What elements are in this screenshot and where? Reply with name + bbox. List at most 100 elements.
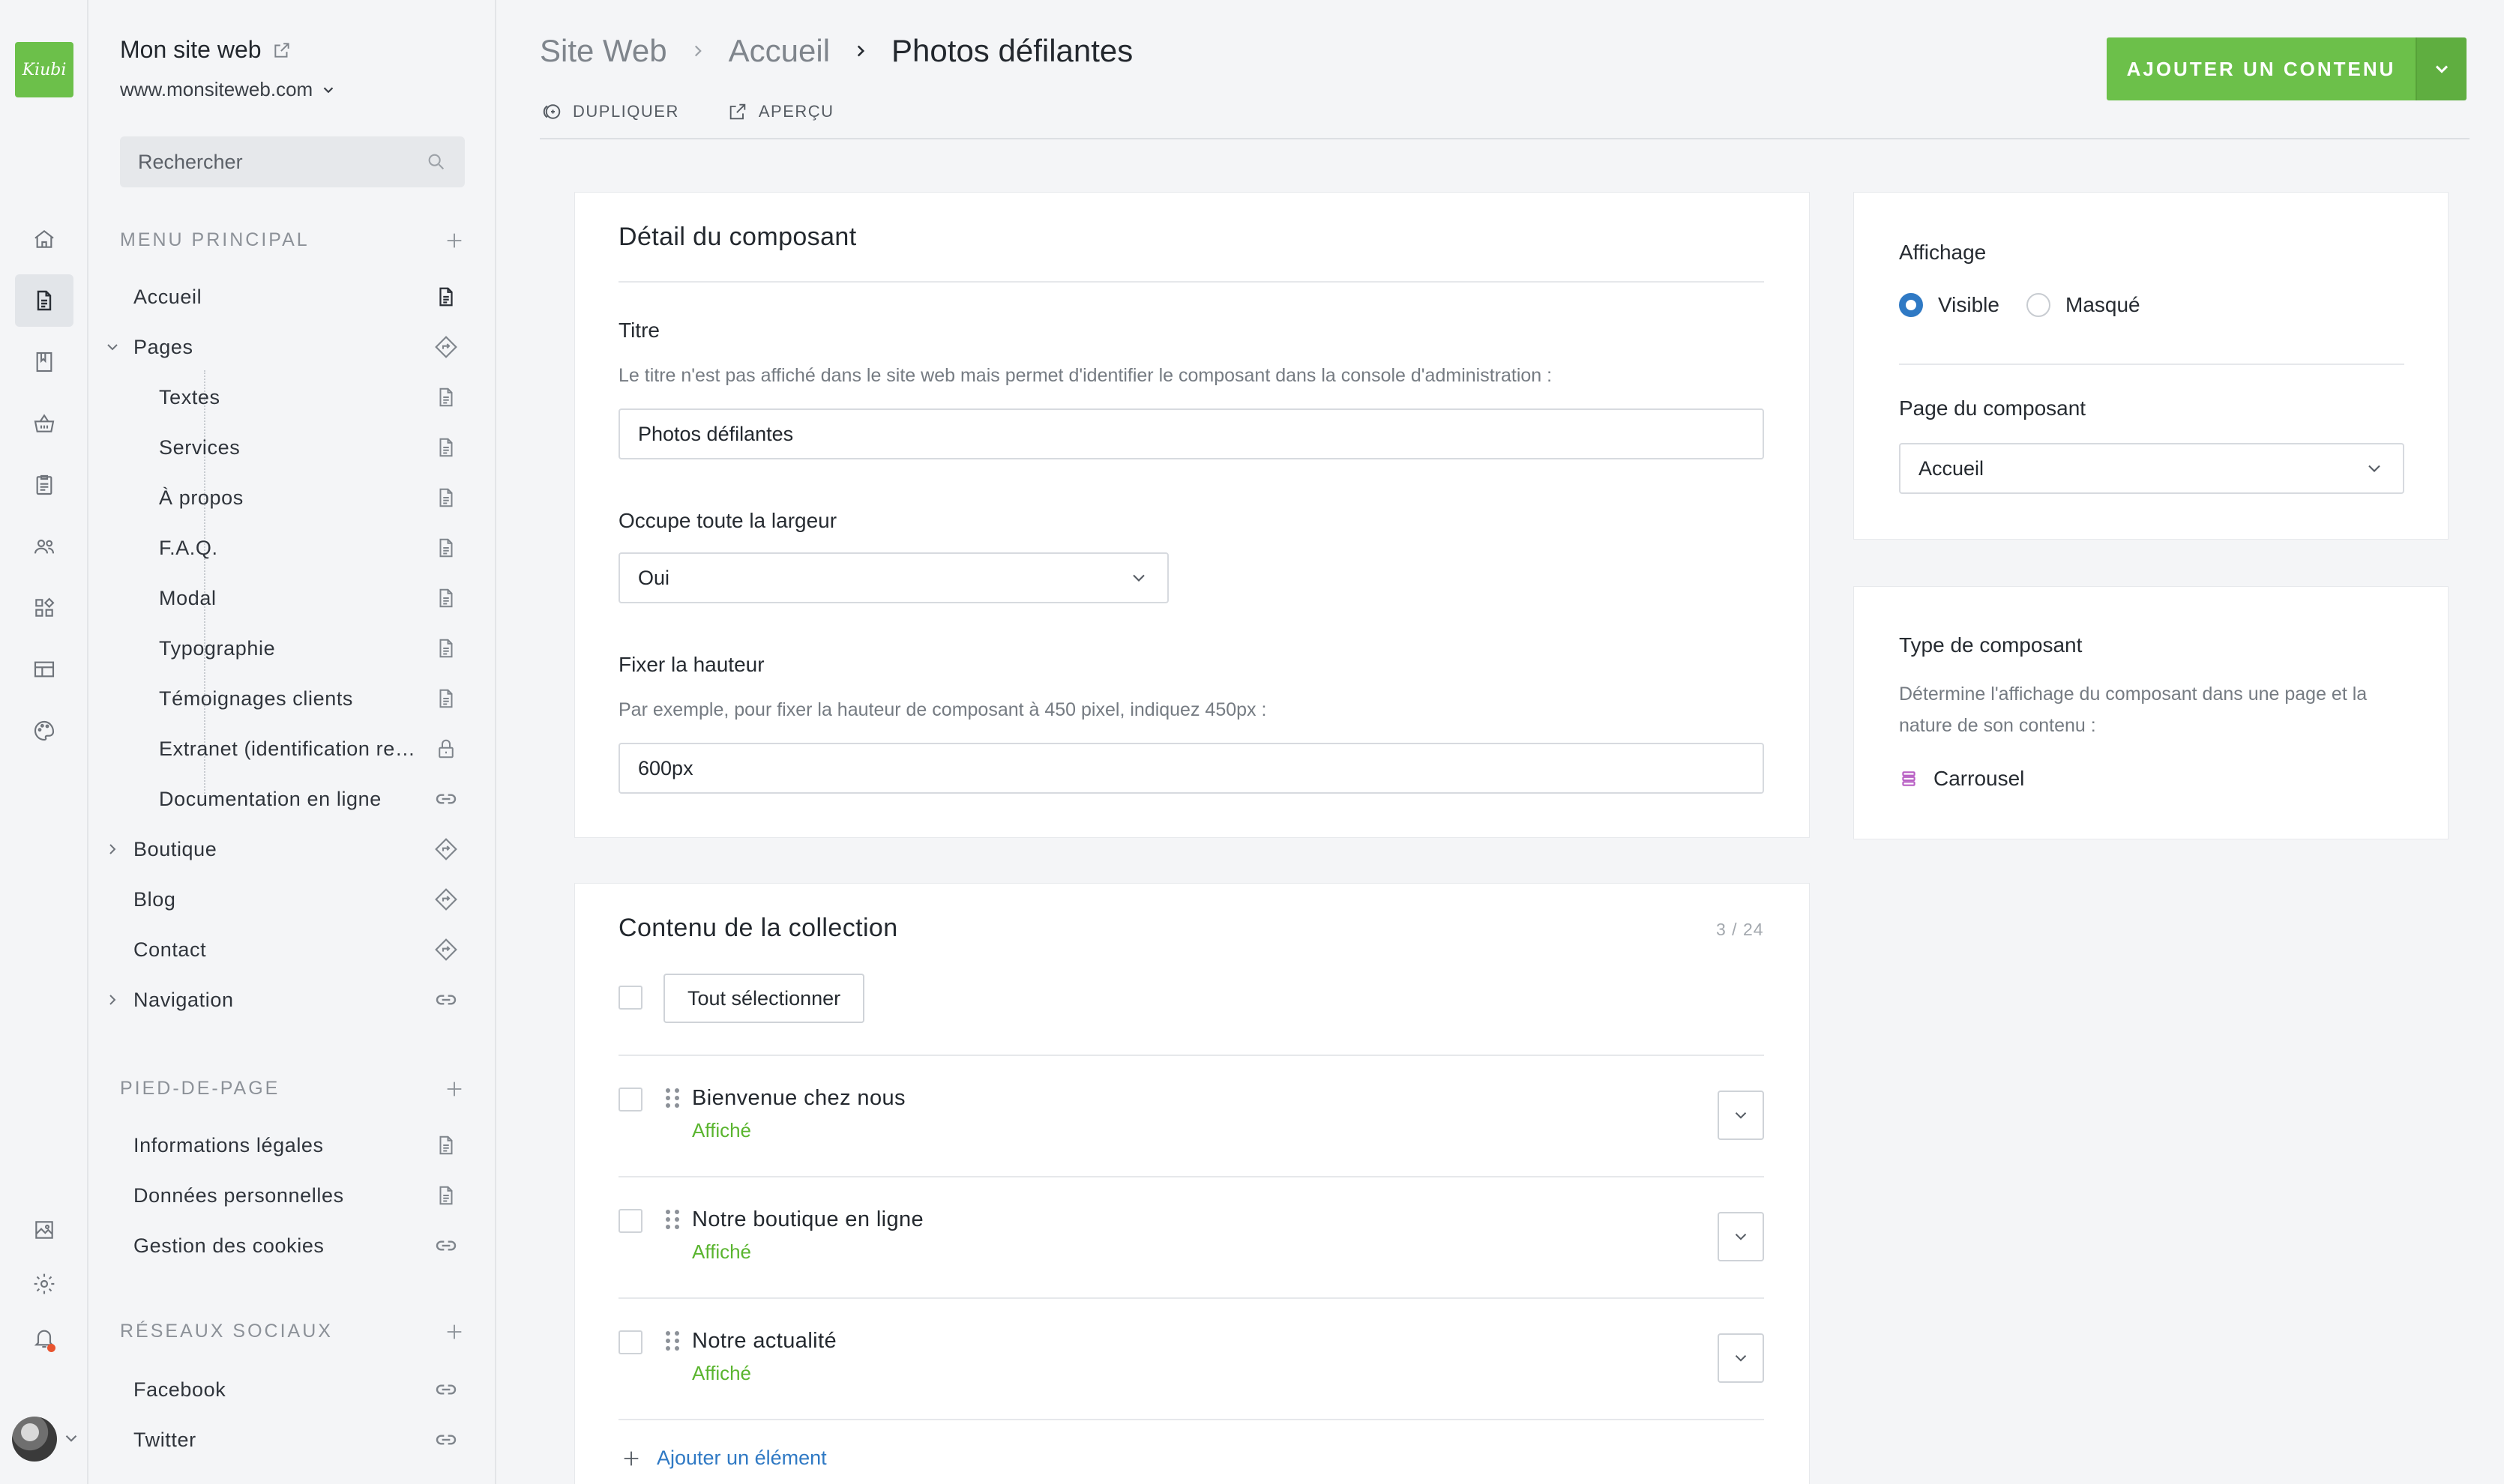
nav-item-typographie[interactable]: Typographie: [88, 626, 478, 671]
link-icon: [433, 1377, 459, 1402]
section-reseaux-sociaux: RÉSEAUX SOCIAUX: [120, 1321, 465, 1342]
signpost-icon: [433, 887, 459, 912]
page-icon: [433, 535, 459, 561]
nav-item-accueil[interactable]: Accueil: [88, 274, 478, 319]
link-icon: [433, 786, 459, 812]
palette-icon[interactable]: [15, 705, 73, 757]
chevron-down-icon[interactable]: [61, 1429, 81, 1448]
nav-item-gestion-cookies[interactable]: Gestion des cookies: [88, 1223, 478, 1268]
search-icon[interactable]: [426, 151, 447, 172]
row-checkbox[interactable]: [619, 1088, 642, 1112]
chevron-down-icon: [2368, 465, 2380, 472]
nav-item-extranet[interactable]: Extranet (identification requise): [88, 726, 478, 771]
search-input[interactable]: [138, 150, 408, 174]
bell-icon[interactable]: [15, 1312, 73, 1364]
largeur-select[interactable]: Oui: [619, 552, 1169, 603]
select-all-button[interactable]: Tout sélectionner: [663, 974, 865, 1023]
add-content-dropdown[interactable]: [2416, 37, 2467, 100]
external-link-icon[interactable]: [272, 40, 292, 60]
hauteur-input[interactable]: [619, 743, 1764, 794]
row-expand-button[interactable]: [1718, 1212, 1764, 1261]
duplicate-action[interactable]: DUPLIQUER: [540, 100, 679, 123]
nav-item-facebook[interactable]: Facebook: [88, 1367, 478, 1412]
row-expand-button[interactable]: [1718, 1333, 1764, 1383]
nav-item-faq[interactable]: F.A.Q.: [88, 525, 478, 570]
nav-item-temoignages[interactable]: Témoignages clients: [88, 676, 478, 721]
nav-item-donnees-personnelles[interactable]: Données personnelles: [88, 1173, 478, 1218]
page-icon: [433, 1132, 459, 1158]
chevron-right-icon[interactable]: [103, 840, 121, 858]
modules-icon[interactable]: [15, 582, 73, 634]
collection-title: Contenu de la collection: [619, 914, 898, 942]
nav-item-pages[interactable]: Pages: [88, 325, 478, 370]
nav-item-contact[interactable]: Contact: [88, 927, 478, 972]
titre-input[interactable]: [619, 408, 1764, 459]
link-icon: [433, 1427, 459, 1453]
nav-item-documentation[interactable]: Documentation en ligne: [88, 776, 478, 821]
hauteur-help: Par exemple, pour fixer la hauteur de co…: [619, 699, 1267, 720]
page-composant-select[interactable]: Accueil: [1899, 443, 2404, 494]
radio-masque[interactable]: Masqué: [2026, 293, 2140, 317]
external-link-icon: [729, 103, 746, 120]
signpost-icon: [433, 937, 459, 962]
media-icon[interactable]: [15, 1204, 73, 1256]
nav-item-informations-legales[interactable]: Informations légales: [88, 1123, 478, 1168]
collection-card: Contenu de la collection 3 / 24 Tout sél…: [574, 883, 1810, 1484]
preview-action[interactable]: APERÇU: [727, 100, 834, 123]
nav-item-twitter[interactable]: Twitter: [88, 1417, 478, 1462]
nav-item-textes[interactable]: Textes: [88, 375, 478, 420]
hauteur-label: Fixer la hauteur: [619, 653, 765, 676]
drag-handle-icon[interactable]: [663, 1329, 681, 1353]
nav-item-a-propos[interactable]: À propos: [88, 475, 478, 520]
pages-icon[interactable]: [15, 274, 73, 327]
add-element-link[interactable]: Ajouter un élément: [621, 1447, 827, 1470]
drag-handle-icon[interactable]: [663, 1086, 681, 1110]
page-icon: [433, 384, 459, 410]
orders-icon[interactable]: [15, 459, 73, 511]
chevron-right-icon[interactable]: [103, 991, 121, 1009]
breadcrumb-accueil[interactable]: Accueil: [729, 33, 830, 69]
site-title[interactable]: Mon site web: [120, 36, 292, 64]
users-icon[interactable]: [15, 520, 73, 573]
radio-visible[interactable]: Visible: [1899, 293, 1999, 317]
divider: [619, 281, 1764, 283]
breadcrumb: Site Web Accueil Photos défilantes: [540, 33, 1133, 69]
chevron-right-icon: [694, 45, 702, 57]
avatar[interactable]: [12, 1417, 57, 1462]
kiubi-logo[interactable]: Kiubi: [15, 42, 73, 97]
nav-item-navigation[interactable]: Navigation: [88, 977, 478, 1022]
row-expand-button[interactable]: [1718, 1091, 1764, 1140]
row-checkbox[interactable]: [619, 1209, 642, 1233]
chevron-down-icon: [2435, 65, 2449, 73]
type-composant-value: Carrousel: [1899, 767, 2024, 791]
blog-icon[interactable]: [15, 336, 73, 388]
drag-handle-icon[interactable]: [663, 1207, 681, 1231]
nav-item-services[interactable]: Services: [88, 425, 478, 470]
plus-icon[interactable]: [444, 1079, 465, 1100]
site-url-selector[interactable]: www.monsiteweb.com: [120, 78, 337, 101]
row-checkbox[interactable]: [619, 1330, 642, 1354]
nav-item-modal[interactable]: Modal: [88, 576, 478, 621]
divider: [619, 1055, 1764, 1056]
nav-item-blog[interactable]: Blog: [88, 877, 478, 922]
page-icon: [433, 1183, 459, 1208]
link-icon: [433, 987, 459, 1013]
affichage-label: Affichage: [1899, 241, 1987, 264]
select-all-checkbox[interactable]: [619, 986, 642, 1010]
nav-item-boutique[interactable]: Boutique: [88, 827, 478, 872]
row-title[interactable]: Notre actualité: [692, 1329, 837, 1354]
plus-icon[interactable]: [444, 1321, 465, 1342]
gear-icon[interactable]: [15, 1258, 73, 1310]
breadcrumb-current: Photos défilantes: [891, 33, 1134, 68]
page-icon: [433, 485, 459, 510]
add-content-button[interactable]: AJOUTER UN CONTENU: [2107, 37, 2416, 100]
basket-icon[interactable]: [15, 397, 73, 450]
row-title[interactable]: Bienvenue chez nous: [692, 1086, 906, 1111]
plus-icon[interactable]: [444, 230, 465, 251]
chevron-down-icon[interactable]: [103, 338, 121, 356]
row-title[interactable]: Notre boutique en ligne: [692, 1207, 924, 1232]
layout-icon[interactable]: [15, 643, 73, 696]
page-icon: [433, 435, 459, 460]
breadcrumb-site-web[interactable]: Site Web: [540, 33, 667, 69]
home-icon[interactable]: [15, 213, 73, 265]
